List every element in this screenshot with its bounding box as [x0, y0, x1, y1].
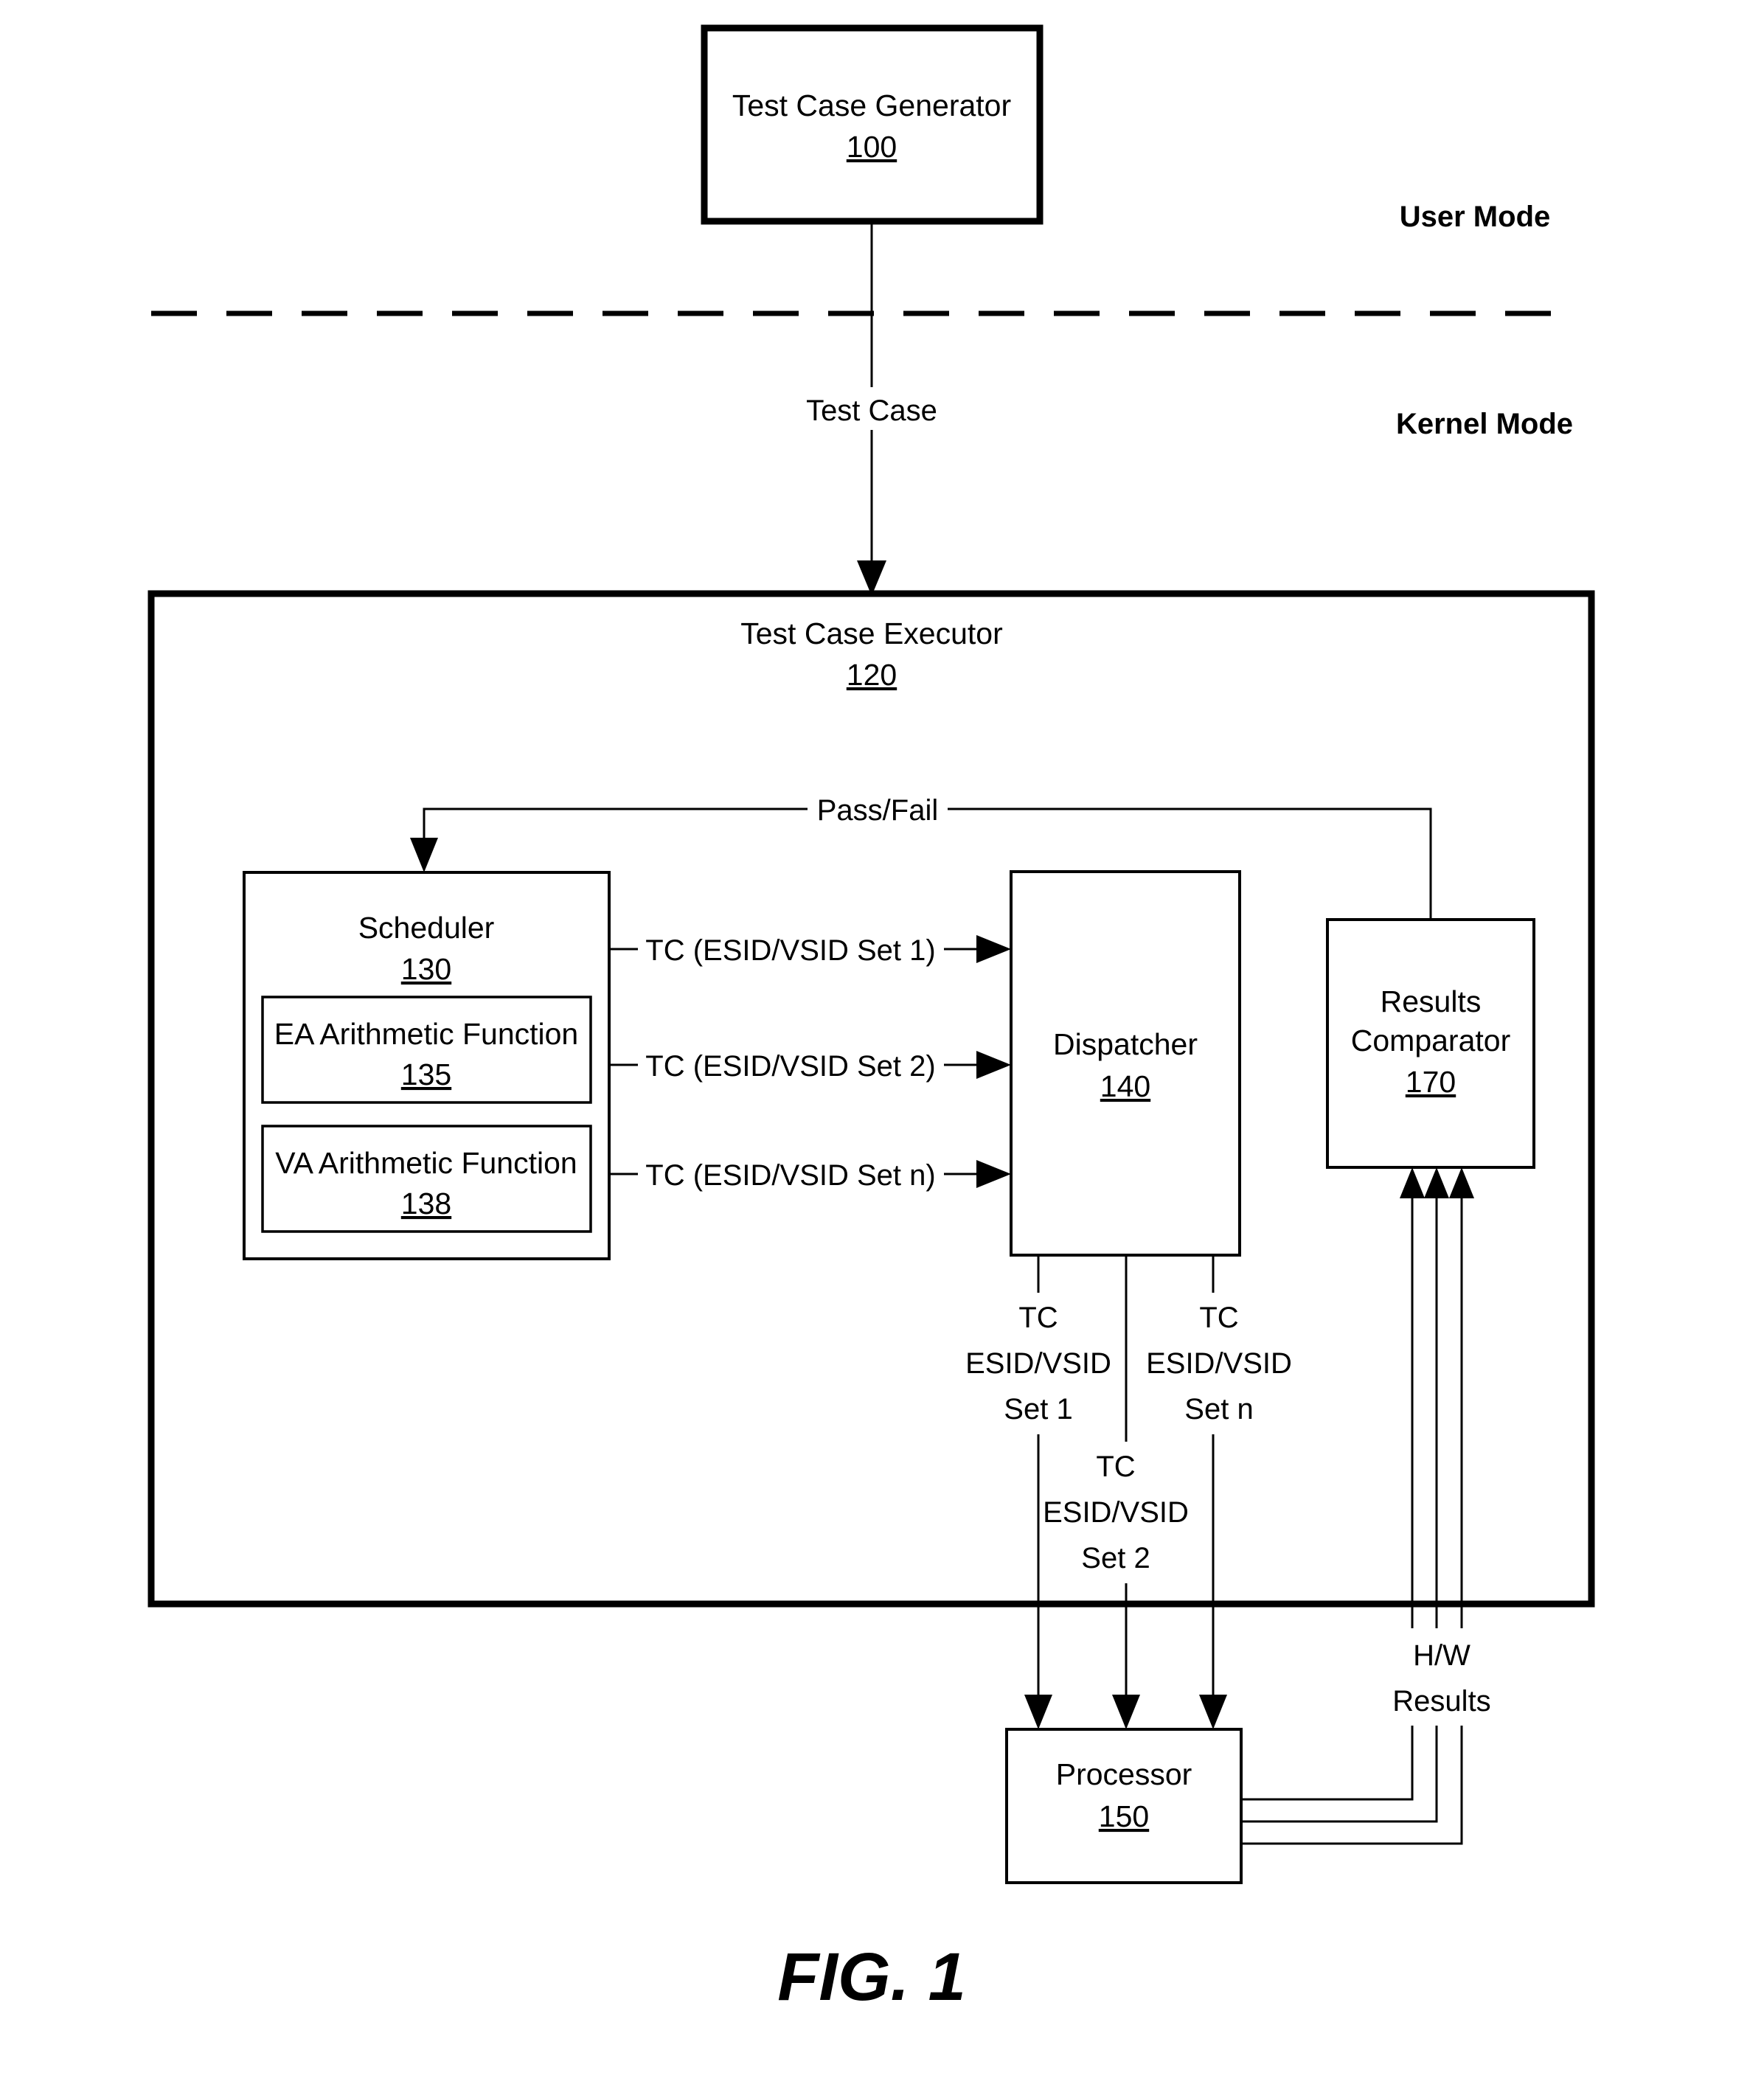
- processor-set-1-label-line1: TC: [1018, 1302, 1058, 1334]
- test-case-generator-box: [701, 24, 1044, 225]
- processor-title: Processor: [1056, 1757, 1192, 1791]
- patent-figure-diagram: Test Case Generator 100 User Mode Kernel…: [147, 24, 1595, 2015]
- dispatcher-title: Dispatcher: [1053, 1027, 1198, 1061]
- test-case-executor-title: Test Case Executor: [740, 616, 1003, 650]
- tc-set-2-label: TC (ESID/VSID Set 2): [645, 1050, 935, 1083]
- pass-fail-edge-label: Pass/Fail: [817, 794, 939, 827]
- user-mode-label: User Mode: [1400, 201, 1551, 233]
- processor-set-2-label-line3: Set 2: [1081, 1542, 1150, 1574]
- processor-set-2-label-line1: TC: [1096, 1451, 1135, 1483]
- test-case-generator-ref: 100: [847, 130, 897, 164]
- processor-set-n-label-line1: TC: [1199, 1302, 1238, 1334]
- scheduler-ref: 130: [401, 952, 451, 986]
- processor-ref: 150: [1099, 1799, 1149, 1833]
- tc-set-n-label: TC (ESID/VSID Set n): [645, 1159, 935, 1192]
- processor-set-1-label-line3: Set 1: [1004, 1393, 1072, 1425]
- test-case-edge-label: Test Case: [806, 395, 937, 427]
- tc-set-1-label: TC (ESID/VSID Set 1): [645, 934, 935, 967]
- test-case-generator-title: Test Case Generator: [732, 88, 1011, 122]
- kernel-mode-label: Kernel Mode: [1396, 408, 1573, 440]
- results-comparator-title-line1: Results: [1381, 984, 1482, 1018]
- scheduler-title: Scheduler: [358, 911, 495, 945]
- test-case-executor-ref: 120: [847, 658, 897, 692]
- dispatcher-box: [1010, 870, 1241, 1257]
- figure-caption: FIG. 1: [777, 1939, 966, 2015]
- va-arithmetic-function-title: VA Arithmetic Function: [275, 1146, 577, 1180]
- hw-results-label-line1: H/W: [1413, 1639, 1470, 1672]
- processor-set-n-arrowhead: [1199, 1695, 1227, 1729]
- processor-set-2-arrowhead: [1112, 1695, 1140, 1729]
- results-comparator-title-line2: Comparator: [1351, 1024, 1510, 1057]
- processor-set-1-label-line2: ESID/VSID: [965, 1347, 1111, 1380]
- hw-results-label-line2: Results: [1392, 1685, 1490, 1717]
- va-arithmetic-function-ref: 138: [401, 1187, 451, 1220]
- figure-container: Test Case Generator 100 User Mode Kernel…: [0, 0, 1764, 2084]
- ea-arithmetic-function-ref: 135: [401, 1057, 451, 1091]
- processor-set-2-label-line2: ESID/VSID: [1043, 1496, 1189, 1529]
- processor-set-n-label-line3: Set n: [1184, 1393, 1253, 1425]
- dispatcher-ref: 140: [1100, 1069, 1150, 1103]
- processor-set-n-label-line2: ESID/VSID: [1146, 1347, 1292, 1380]
- results-comparator-ref: 170: [1406, 1065, 1456, 1099]
- ea-arithmetic-function-title: EA Arithmetic Function: [274, 1017, 578, 1051]
- processor-set-1-arrowhead: [1024, 1695, 1052, 1729]
